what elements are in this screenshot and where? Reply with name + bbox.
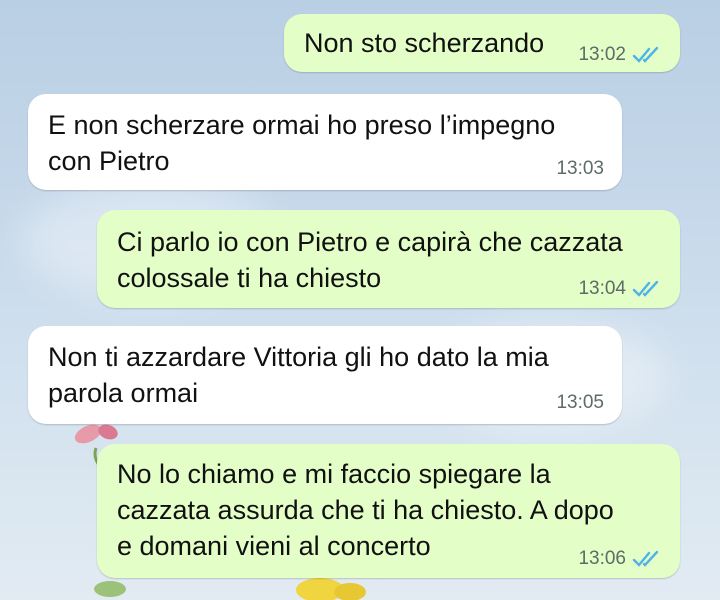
message-text: Non sto scherzando xyxy=(304,28,545,58)
message-time: 13:03 xyxy=(556,158,604,179)
message-bubble-outgoing[interactable]: No lo chiamo e mi faccio spiegare la caz… xyxy=(97,444,680,578)
double-check-icon xyxy=(632,550,659,567)
message-bubble-outgoing[interactable]: Non sto scherzando 13:02 xyxy=(284,14,680,72)
message-bubble-incoming[interactable]: E non scherzare ormai ho preso l’impegno… xyxy=(28,94,622,190)
message-text: Non ti azzardare Vittoria gli ho dato la… xyxy=(48,342,549,408)
message-time: 13:06 xyxy=(578,548,626,569)
message-text: E non scherzare ormai ho preso l’impegno… xyxy=(48,110,556,176)
message-meta: 13:04 xyxy=(578,278,662,300)
message-bubble-outgoing[interactable]: Ci parlo io con Pietro e capirà che cazz… xyxy=(97,210,680,308)
message-time: 13:02 xyxy=(578,44,626,65)
wallpaper-leaf-icon xyxy=(94,581,126,597)
message-text: No lo chiamo e mi faccio spiegare la caz… xyxy=(117,459,614,561)
message-meta: 13:03 xyxy=(556,158,604,180)
message-meta: 13:05 xyxy=(556,392,604,414)
message-meta: 13:06 xyxy=(578,548,662,570)
message-bubble-incoming[interactable]: Non ti azzardare Vittoria gli ho dato la… xyxy=(28,326,622,424)
message-text: Ci parlo io con Pietro e capirà che cazz… xyxy=(117,227,623,293)
message-time: 13:05 xyxy=(556,392,604,413)
message-meta: 13:02 xyxy=(578,44,662,66)
message-time: 13:04 xyxy=(578,278,626,299)
double-check-icon xyxy=(632,46,659,63)
double-check-icon xyxy=(632,280,659,297)
